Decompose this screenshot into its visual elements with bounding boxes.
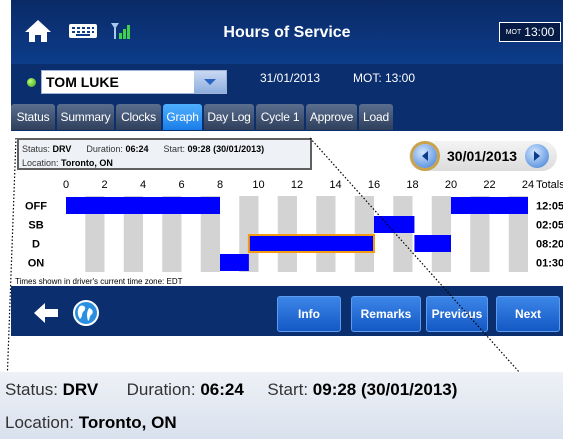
graph-hour-label: 22 <box>483 179 495 191</box>
page-title: Hours of Service <box>223 24 351 41</box>
current-mot: MOT: 13:00 <box>353 71 416 85</box>
graph-duty-segment <box>66 197 220 214</box>
tab-load[interactable]: Load <box>359 104 393 130</box>
graph-hour-label: 6 <box>178 179 184 191</box>
graph-row-label: D <box>32 239 40 251</box>
graph-duty-segment <box>451 197 528 214</box>
driver-row: TOM LUKE 31/01/2013 MOT: 13:00 <box>11 64 563 100</box>
graph-row-total: 02:05 <box>536 220 563 232</box>
graph-hour-shade <box>431 196 451 272</box>
graph-hour-label: 14 <box>329 179 341 191</box>
graph-row-label: ON <box>28 258 45 270</box>
graph-row-total: 08:20 <box>536 239 563 251</box>
mot-label: MOT <box>505 28 522 36</box>
zoomed-event-summary: Status: DRV Duration: 06:24 Start: 09:28… <box>0 372 563 439</box>
zoom-duration-value: 06:24 <box>200 380 244 399</box>
duration-value: 06:24 <box>125 144 149 154</box>
driver-select[interactable]: TOM LUKE <box>41 70 227 94</box>
current-date: 31/01/2013 <box>260 71 321 85</box>
location-value: Toronto, ON <box>61 158 113 168</box>
globe-button[interactable] <box>71 298 101 328</box>
tab-summary[interactable]: Summary <box>57 104 114 130</box>
bottom-toolbar: Info Remarks Previous Next <box>11 290 563 336</box>
chevron-right-icon <box>534 151 540 161</box>
globe-icon <box>73 300 99 326</box>
zoom-location-value: Toronto, ON <box>78 413 177 432</box>
tab-graph[interactable]: Graph <box>163 104 202 130</box>
zoom-status-value: DRV <box>62 380 99 399</box>
graph-row-label: SB <box>28 220 43 232</box>
zoom-status-label: Status: <box>5 380 58 399</box>
back-arrow-icon <box>34 303 58 323</box>
graph-hour-label: 10 <box>252 179 264 191</box>
tab-approve[interactable]: Approve <box>306 104 357 130</box>
graph-date: 30/01/2013 <box>447 148 518 164</box>
zoom-duration-label: Duration: <box>126 380 196 399</box>
info-button[interactable]: Info <box>277 296 341 332</box>
duration-label: Duration: <box>86 144 123 154</box>
graph-panel: Status: DRV Duration: 06:24 Start: 09:28… <box>11 131 563 286</box>
start-label: Start: <box>163 144 186 154</box>
graph-hour-label: 8 <box>217 179 223 191</box>
zoom-location-label: Location: <box>5 413 74 432</box>
driver-name: TOM LUKE <box>46 74 119 90</box>
tab-cycle-1[interactable]: Cycle 1 <box>256 104 304 130</box>
next-day-button[interactable] <box>525 144 549 168</box>
timezone-note: Times shown in driver's current time zon… <box>15 277 183 286</box>
graph-hour-label: 20 <box>445 179 457 191</box>
driver-dropdown-button[interactable] <box>194 71 226 93</box>
graph-totals-header: Totals <box>536 179 563 191</box>
status-label: Status: <box>22 144 51 154</box>
graph-hour-label: 2 <box>101 179 107 191</box>
mot-time: 13:00 <box>524 25 555 39</box>
tab-clocks[interactable]: Clocks <box>116 104 161 130</box>
date-navigator: 30/01/2013 <box>409 141 557 171</box>
tab-bar: Status Summary Clocks Graph Day Log Cycl… <box>11 104 563 130</box>
next-button[interactable]: Next <box>496 296 560 332</box>
hos-device-screen: Hours of Service MOT 13:00 TOM LUKE 31/0… <box>11 0 563 336</box>
graph-hour-label: 16 <box>368 179 380 191</box>
tab-day-log[interactable]: Day Log <box>204 104 254 130</box>
graph-hour-label: 24 <box>522 179 534 191</box>
chevron-left-icon <box>422 151 428 161</box>
zoom-start-label: Start: <box>267 380 309 399</box>
zoom-start-value: 09:28 (30/01/2013) <box>312 380 458 399</box>
status-value: DRV <box>52 144 72 154</box>
graph-duty-segment <box>220 254 249 271</box>
graph-row-total: 01:30 <box>536 258 563 270</box>
graph-hour-label: 12 <box>291 179 303 191</box>
previous-day-button[interactable] <box>413 144 437 168</box>
graph-hour-label: 4 <box>140 179 146 191</box>
chevron-down-icon <box>204 79 216 85</box>
graph-duty-segment-selected <box>247 234 375 253</box>
start-value: 09:28 (30/01/2013) <box>187 144 265 154</box>
graph-row-total: 12:05 <box>536 201 563 213</box>
top-bar: Hours of Service MOT 13:00 <box>11 0 563 64</box>
graph-row-label: OFF <box>25 201 47 213</box>
driver-status-dot-icon <box>27 78 36 87</box>
selected-event-summary[interactable]: Status: DRV Duration: 06:24 Start: 09:28… <box>17 138 312 170</box>
mot-clock: MOT 13:00 <box>499 22 561 42</box>
graph-duty-segment <box>374 216 415 233</box>
previous-button[interactable]: Previous <box>426 296 488 332</box>
hos-graph[interactable]: 0 2 4 6 8 10 12 14 16 18 20 22 24 TotalsOFF 12:05SB 02:… <box>11 174 563 284</box>
graph-hour-shade <box>393 196 413 272</box>
location-label: Location: <box>22 158 59 168</box>
graph-hour-label: 18 <box>406 179 418 191</box>
graph-duty-segment <box>414 235 451 252</box>
graph-hour-label: 0 <box>63 179 69 191</box>
back-button[interactable] <box>31 298 61 328</box>
tab-status[interactable]: Status <box>11 104 55 130</box>
remarks-button[interactable]: Remarks <box>351 296 421 332</box>
